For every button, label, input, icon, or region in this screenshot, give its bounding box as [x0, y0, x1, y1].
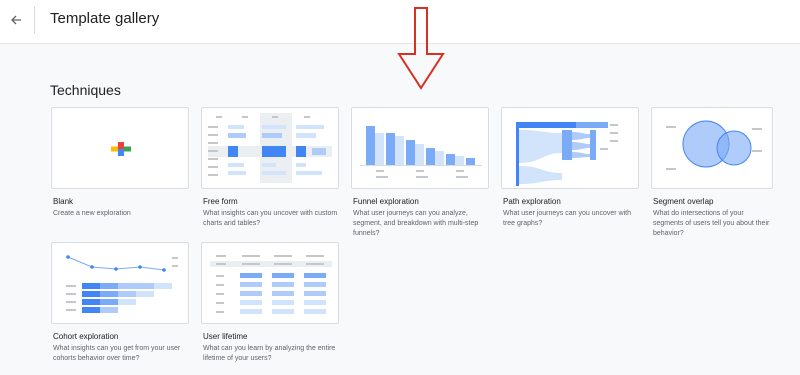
venn-preview-icon [666, 120, 762, 170]
template-thumbnail [501, 107, 639, 189]
template-card-blank[interactable]: Blank Create a new exploration [51, 107, 189, 227]
section-title: Techniques [50, 82, 121, 98]
card-title: Cohort exploration [53, 332, 119, 341]
path-preview-icon [516, 122, 618, 186]
card-title: Blank [53, 197, 74, 206]
template-card-free-form[interactable]: Free form What insights can you uncover … [201, 107, 339, 227]
plus-icon [111, 142, 131, 156]
card-description: Create a new exploration [53, 210, 131, 217]
template-thumbnail [51, 242, 189, 324]
template-thumbnail [201, 242, 339, 324]
card-title: Segment overlap [653, 197, 714, 206]
table-preview-icon [208, 113, 332, 183]
card-description: What user journeys can you uncover with … [503, 210, 632, 227]
template-card-cohort-exploration[interactable]: Cohort exploration What insights can you… [51, 242, 189, 367]
template-card-user-lifetime[interactable]: User lifetime What can you learn by anal… [201, 242, 339, 367]
header-divider [34, 6, 35, 34]
cohort-preview-icon [66, 255, 178, 313]
page-title: Template gallery [50, 10, 160, 27]
card-description: What do intersections of your segments o… [653, 210, 770, 237]
card-description: What can you learn by analyzing the enti… [203, 345, 336, 362]
annotation-arrow-icon [397, 7, 445, 90]
card-title: User lifetime [203, 332, 248, 341]
template-thumbnail [651, 107, 773, 189]
lifetime-preview-icon [210, 255, 332, 314]
back-button[interactable] [6, 10, 26, 30]
template-card-path-exploration[interactable]: Path exploration What user journeys can … [501, 107, 639, 227]
card-description: What insights can you get from your user… [53, 345, 181, 362]
template-card-funnel-exploration[interactable]: Funnel exploration What user journeys ca… [351, 107, 489, 237]
funnel-preview-icon [360, 126, 482, 178]
arrow-back-icon [11, 15, 21, 25]
card-title: Free form [203, 197, 238, 206]
template-thumbnail [351, 107, 489, 189]
card-description: What user journeys can you analyze, segm… [353, 210, 479, 237]
template-thumbnail [51, 107, 189, 189]
template-card-segment-overlap[interactable]: Segment overlap What do intersections of… [651, 107, 773, 237]
card-title: Path exploration [503, 197, 561, 206]
template-thumbnail [201, 107, 339, 189]
card-title: Funnel exploration [353, 197, 419, 206]
card-description: What insights can you uncover with custo… [203, 210, 338, 227]
